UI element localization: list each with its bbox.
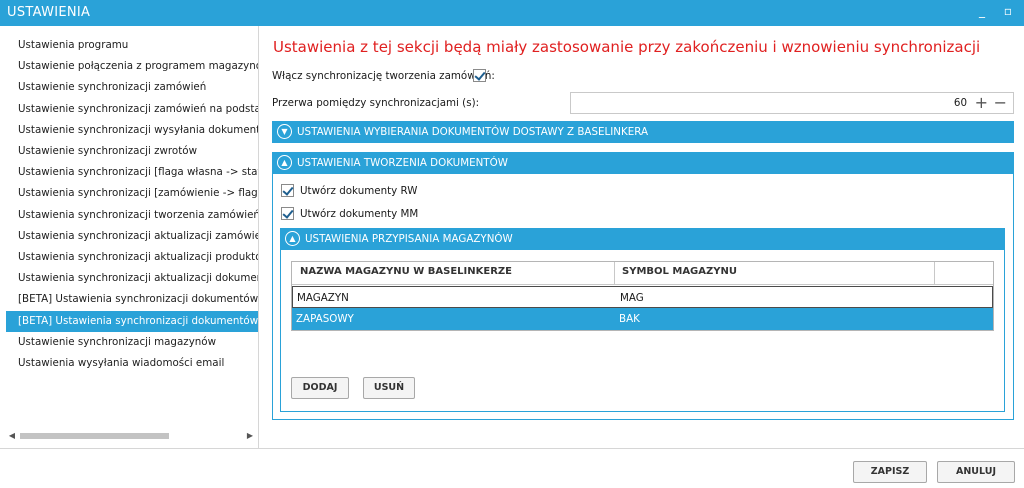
minimize-icon[interactable]: _	[975, 4, 989, 18]
create-rw-label: Utwórz dokumenty RW	[300, 185, 418, 197]
enable-sync-label: Włącz synchronizację tworzenia zamówień:	[272, 70, 495, 82]
column-separator	[614, 262, 615, 284]
table-row[interactable]: ZAPASOWY BAK	[292, 308, 993, 330]
increment-icon[interactable]: +	[975, 94, 988, 112]
warehouse-name-cell: MAGAZYN	[297, 292, 349, 304]
column-header-name[interactable]: NAZWA MAGAZYNU W BASELINKERZE	[300, 266, 512, 277]
section-heading: Ustawienia z tej sekcji będą miały zasto…	[273, 38, 981, 56]
interval-stepper[interactable]: 60 + −	[570, 92, 1014, 114]
sidebar-item[interactable]: [BETA] Ustawienia synchronizacji dokumen…	[6, 289, 258, 310]
window-title: USTAWIENIA	[7, 5, 91, 20]
sidebar-item[interactable]: Ustawienia synchronizacji aktualizacji p…	[6, 247, 258, 268]
create-mm-checkbox[interactable]	[281, 207, 294, 220]
sidebar-item[interactable]: Ustawienia synchronizacji aktualizacji d…	[6, 268, 258, 289]
scroll-right-icon[interactable]: ▶	[244, 430, 256, 442]
enable-sync-checkbox[interactable]	[473, 69, 486, 82]
maximize-icon[interactable]: ▫	[1001, 4, 1015, 18]
sidebar-item[interactable]: Ustawienia synchronizacji [zamówienie ->…	[6, 183, 258, 204]
create-docs-section-header[interactable]: ▲ USTAWIENIA TWORZENIA DOKUMENTÓW	[272, 152, 1014, 174]
sidebar-item[interactable]: Ustawienie synchronizacji zamówień	[6, 77, 258, 98]
settings-sidebar: Ustawienia programu Ustawienie połączenia…	[0, 26, 259, 448]
create-docs-section-title: USTAWIENIA TWORZENIA DOKUMENTÓW	[297, 157, 508, 169]
header-divider	[292, 284, 993, 285]
warehouse-name-cell: ZAPASOWY	[296, 313, 354, 325]
sidebar-item[interactable]: Ustawienia synchronizacji [flaga własna …	[6, 162, 258, 183]
interval-label: Przerwa pomiędzy synchronizacjami (s):	[272, 97, 480, 109]
sidebar-item[interactable]: Ustawienia synchronizacji tworzenia zamó…	[6, 205, 258, 226]
dialog-footer: ZAPISZ ANULUJ	[0, 448, 1024, 488]
warehouse-table: NAZWA MAGAZYNU W BASELINKERZE SYMBOL MAG…	[291, 261, 994, 331]
save-button[interactable]: ZAPISZ	[853, 461, 927, 483]
sidebar-item[interactable]: Ustawienie połączenia z programem magazy…	[6, 56, 258, 77]
sidebar-horizontal-scrollbar[interactable]: ◀ ▶	[6, 430, 256, 442]
warehouse-symbol-cell: BAK	[619, 313, 640, 325]
collapse-icon[interactable]: ▲	[285, 231, 300, 246]
scrollbar-thumb[interactable]	[20, 433, 169, 439]
remove-button[interactable]: USUŃ	[363, 377, 415, 399]
warehouse-mapping-section-header[interactable]: ▲ USTAWIENIA PRZYPISANIA MAGAZYNÓW	[280, 228, 1005, 250]
interval-value[interactable]: 60	[954, 97, 967, 109]
sidebar-item[interactable]: Ustawienia programu	[6, 35, 258, 56]
warehouse-symbol-cell: MAG	[620, 292, 644, 304]
sidebar-item[interactable]: [BETA] Ustawienia synchronizacji dokumen…	[6, 310, 258, 332]
sidebar-item[interactable]: Ustawienia wysyłania wiadomości email	[6, 353, 258, 374]
collapse-icon[interactable]: ▲	[277, 155, 292, 170]
delivery-docs-section-header[interactable]: ▼ USTAWIENIA WYBIERANIA DOKUMENTÓW DOSTA…	[272, 121, 1014, 143]
warehouse-mapping-section-title: USTAWIENIA PRZYPISANIA MAGAZYNÓW	[305, 233, 513, 245]
delivery-docs-section-title: USTAWIENIA WYBIERANIA DOKUMENTÓW DOSTAWY…	[297, 126, 649, 138]
create-mm-label: Utwórz dokumenty MM	[300, 208, 419, 220]
column-header-symbol[interactable]: SYMBOL MAGAZYNU	[622, 266, 737, 277]
create-rw-checkbox[interactable]	[281, 184, 294, 197]
cancel-button[interactable]: ANULUJ	[937, 461, 1015, 483]
sidebar-item[interactable]: Ustawienia synchronizacji aktualizacji z…	[6, 226, 258, 247]
sidebar-item[interactable]: Ustawienie synchronizacji zamówień na po…	[6, 99, 258, 120]
table-row[interactable]: MAGAZYN MAG	[292, 286, 993, 308]
sidebar-item[interactable]: Ustawienie synchronizacji zwrotów	[6, 141, 258, 162]
scroll-left-icon[interactable]: ◀	[6, 430, 18, 442]
add-button[interactable]: DODAJ	[291, 377, 349, 399]
title-bar: USTAWIENIA _ ▫	[0, 0, 1024, 26]
decrement-icon[interactable]: −	[994, 94, 1007, 112]
expand-icon[interactable]: ▼	[277, 124, 292, 139]
column-separator	[934, 262, 935, 284]
sidebar-item[interactable]: Ustawienie synchronizacji wysyłania doku…	[6, 120, 258, 141]
sidebar-item[interactable]: Ustawienie synchronizacji magazynów	[6, 332, 258, 353]
